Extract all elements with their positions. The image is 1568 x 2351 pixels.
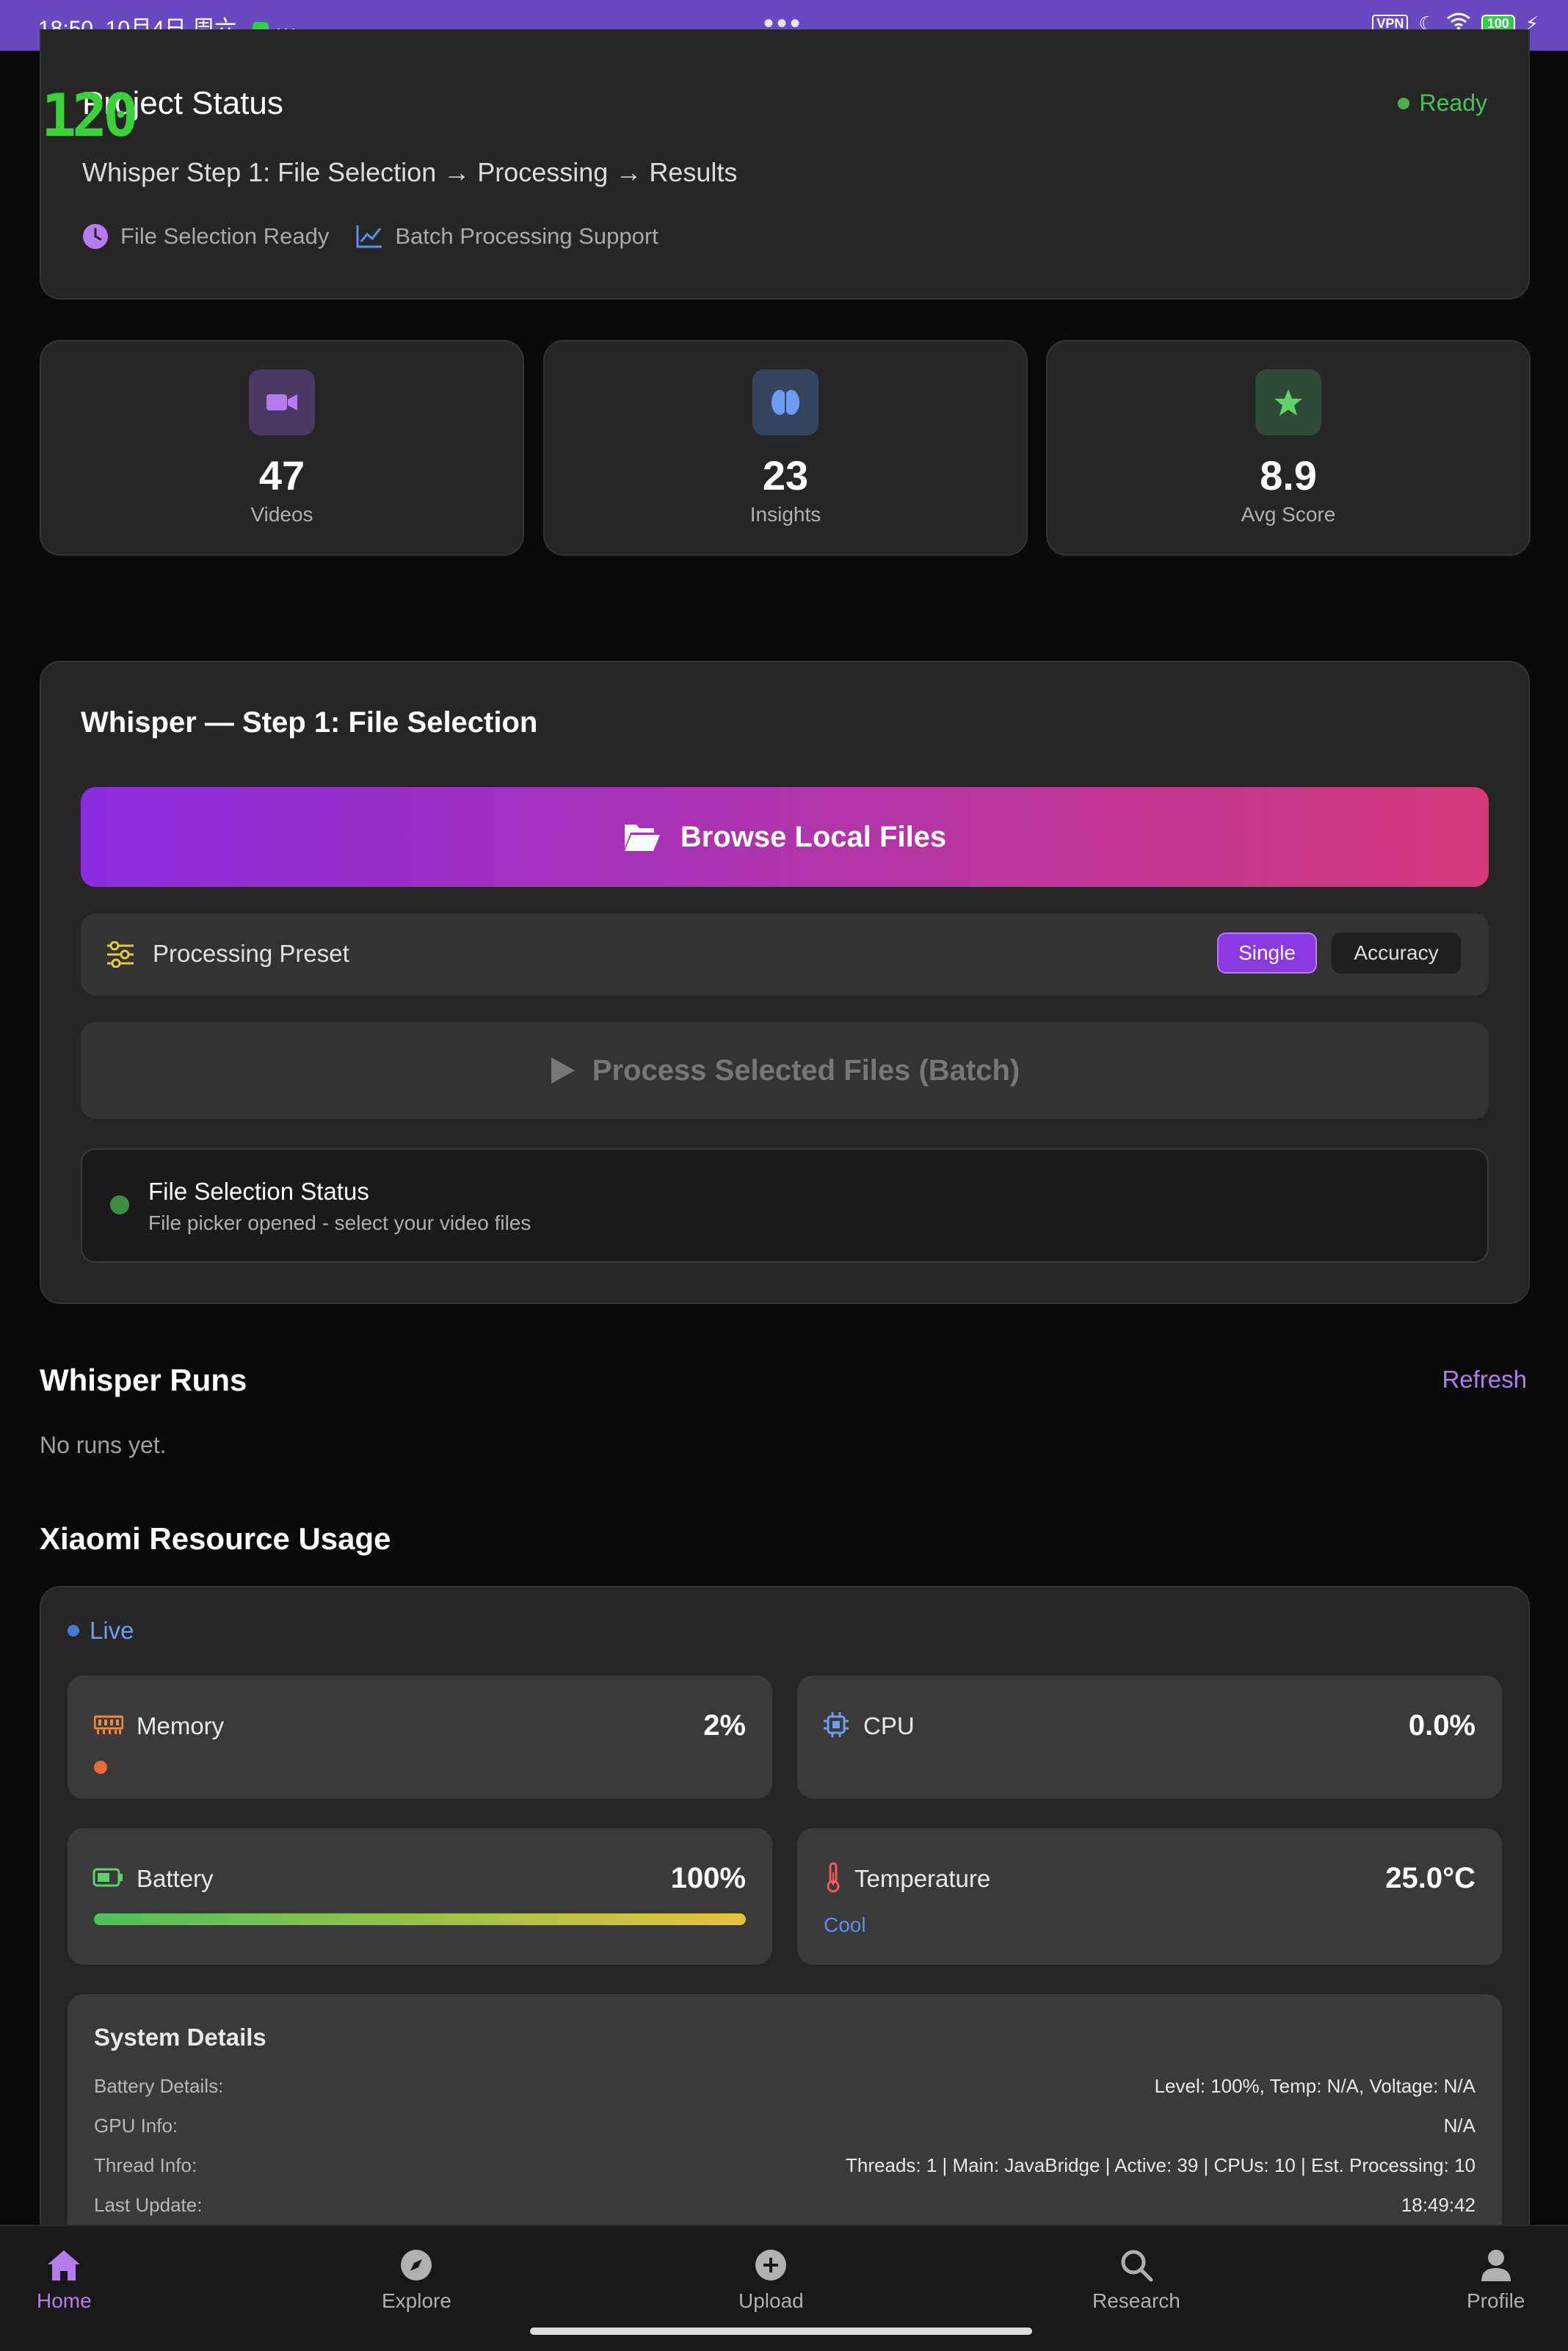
project-status-card: Project Status Ready Whisper Step 1: Fil… <box>40 29 1530 300</box>
ram-icon <box>94 1715 123 1734</box>
project-tags: File Selection Ready Batch Processing Su… <box>82 223 658 250</box>
system-details-rows: Battery Details: Level: 100%, Temp: N/A,… <box>94 2075 1476 2222</box>
detail-value: Threads: 1 | Main: JavaBridge | Active: … <box>846 2154 1476 2176</box>
memory-usage-dot <box>94 1761 107 1774</box>
bottom-nav: Home Explore Upload Research Profile <box>0 2225 1568 2351</box>
process-selected-files-button[interactable]: Process Selected Files (Batch) <box>81 1022 1489 1119</box>
nav-item-explore[interactable]: Explore <box>382 2248 451 2313</box>
stat-card-avg-score: 8.9 Avg Score <box>1046 340 1531 556</box>
cpu-icon <box>824 1712 849 1737</box>
memory-card: Memory 2% <box>68 1676 772 1799</box>
fps-overlay-logo: 120 <box>41 81 138 150</box>
user-icon <box>1481 2250 1511 2281</box>
memory-label: Memory <box>137 1712 225 1739</box>
detail-value: 18:49:42 <box>1401 2194 1476 2216</box>
stat-value: 8.9 <box>1260 452 1317 499</box>
live-indicator: Live <box>68 1617 134 1645</box>
detail-key: GPU Info: <box>94 2115 178 2137</box>
fs-status-text: File picker opened - select your video f… <box>148 1211 531 1234</box>
home-icon <box>48 2250 81 2281</box>
home-indicator[interactable] <box>530 2328 1032 2335</box>
detail-key: Last Update: <box>94 2194 203 2216</box>
search-icon <box>1121 2250 1153 2282</box>
battery-card: Battery 100% <box>68 1828 772 1965</box>
compass-icon <box>401 2250 432 2281</box>
sliders-icon <box>107 941 134 968</box>
preset-label: Processing Preset <box>153 940 349 967</box>
processing-preset-row: Processing Preset Single Accuracy <box>81 913 1489 996</box>
battery-icon <box>92 1868 123 1887</box>
detail-value: Level: 100%, Temp: N/A, Voltage: N/A <box>1154 2075 1476 2097</box>
preset-option-single[interactable]: Single <box>1217 932 1317 974</box>
stat-value: 23 <box>762 452 809 499</box>
resource-usage-title: Xiaomi Resource Usage <box>40 1521 391 1556</box>
battery-value: 100% <box>670 1862 746 1894</box>
video-icon <box>249 369 315 435</box>
tag-file-selection: File Selection Ready <box>120 223 330 249</box>
project-subtitle: Whisper Step 1: File Selection → Process… <box>82 157 738 187</box>
browse-local-files-button[interactable]: Browse Local Files <box>81 787 1489 887</box>
temperature-state: Cool <box>824 1913 866 1936</box>
temperature-card: Temperature 25.0°C Cool <box>797 1828 1502 1965</box>
process-label: Process Selected Files (Batch) <box>592 1054 1020 1087</box>
fs-status-title: File Selection Status <box>148 1178 369 1205</box>
battery-label: Battery <box>137 1865 214 1892</box>
stat-card-insights: 23 Insights <box>543 340 1028 556</box>
browse-label: Browse Local Files <box>680 820 947 853</box>
refresh-link[interactable]: Refresh <box>1442 1366 1527 1394</box>
play-icon <box>551 1057 575 1084</box>
cpu-value: 0.0% <box>1408 1709 1476 1742</box>
nav-item-home[interactable]: Home <box>37 2248 92 2313</box>
nav-item-research[interactable]: Research <box>1092 2248 1180 2313</box>
whisper-step-title: Whisper — Step 1: File Selection <box>81 706 538 739</box>
stat-label: Videos <box>250 503 313 526</box>
stat-value: 47 <box>258 452 305 499</box>
temperature-label: Temperature <box>854 1865 991 1892</box>
temperature-value: 25.0°C <box>1385 1862 1476 1894</box>
file-selection-status: File Selection Status File picker opened… <box>81 1148 1489 1263</box>
live-dot-icon <box>68 1625 79 1637</box>
detail-value: N/A <box>1443 2115 1476 2137</box>
system-details-title: System Details <box>94 2024 266 2051</box>
battery-progress-fill <box>94 1913 746 1925</box>
cpu-card: CPU 0.0% <box>797 1676 1502 1799</box>
chart-line-icon <box>356 225 382 248</box>
stat-label: Avg Score <box>1241 503 1336 526</box>
stat-card-videos: 47 Videos <box>40 340 524 556</box>
brain-icon <box>752 369 819 435</box>
status-dot-icon <box>110 1195 129 1214</box>
cpu-label: CPU <box>863 1712 915 1739</box>
runs-empty-text: No runs yet. <box>40 1432 167 1458</box>
status-badge: Ready <box>1397 90 1487 117</box>
battery-progress-track <box>94 1913 746 1925</box>
nav-item-upload[interactable]: Upload <box>738 2248 804 2313</box>
stat-label: Insights <box>749 503 821 526</box>
ready-dot-icon <box>1397 97 1409 109</box>
memory-value: 2% <box>703 1709 746 1742</box>
folder-open-icon <box>624 825 660 851</box>
clock-icon <box>83 224 108 249</box>
whisper-runs-title: Whisper Runs <box>40 1363 247 1397</box>
plus-circle-icon <box>755 2250 787 2281</box>
preset-option-accuracy[interactable]: Accuracy <box>1332 932 1461 974</box>
detail-key: Battery Details: <box>94 2075 224 2097</box>
system-details-card: System Details Battery Details: Level: 1… <box>68 1994 1502 2229</box>
detail-key: Thread Info: <box>94 2154 197 2176</box>
thermometer-icon <box>827 1862 840 1893</box>
star-icon <box>1255 369 1321 435</box>
nav-item-profile[interactable]: Profile <box>1467 2248 1525 2313</box>
tag-batch-processing: Batch Processing Support <box>395 223 658 249</box>
